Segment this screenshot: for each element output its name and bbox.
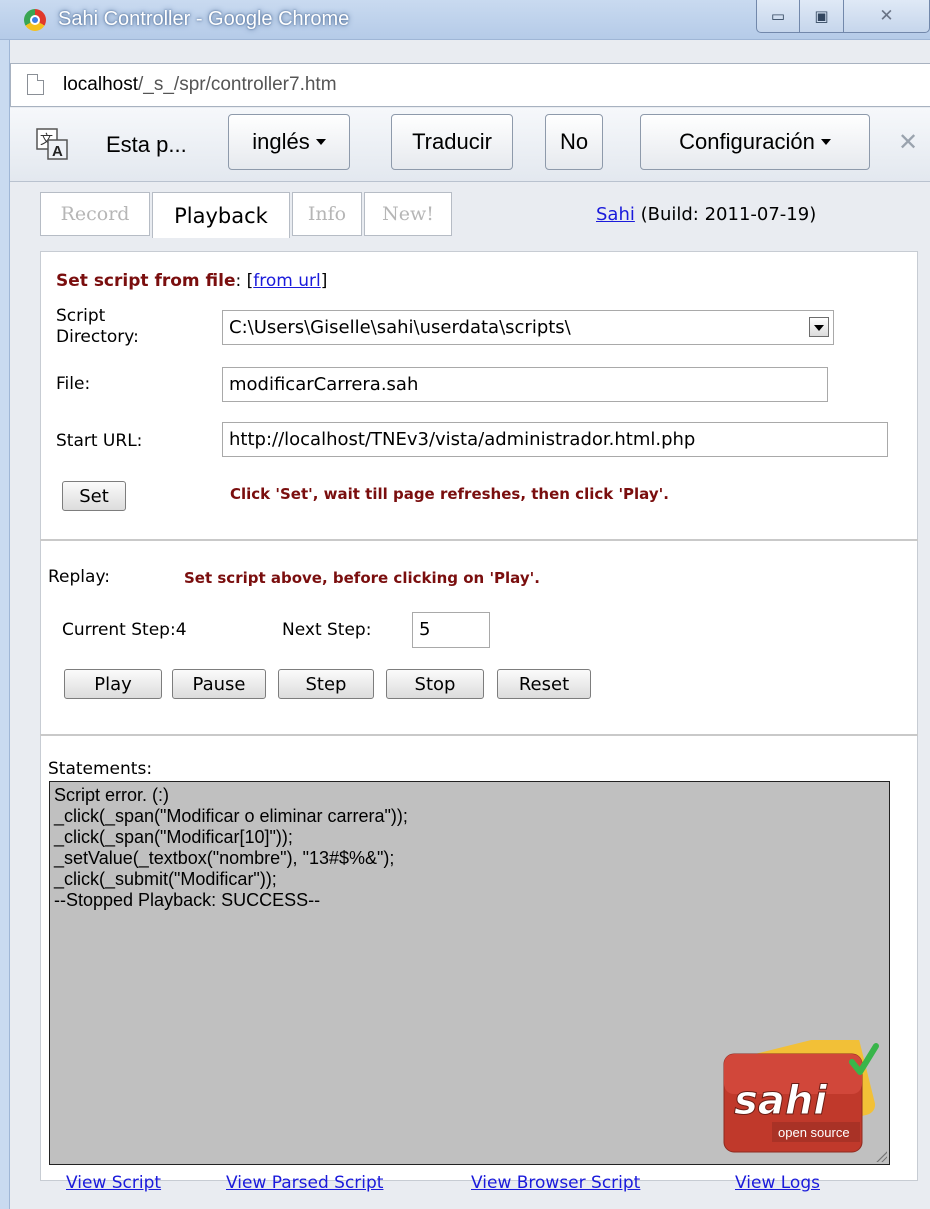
close-window-button[interactable]: ✕ xyxy=(844,0,930,33)
script-directory-select[interactable]: C:\Users\Giselle\sahi\userdata\scripts\ xyxy=(222,310,834,345)
dropdown-arrow-icon xyxy=(809,317,829,337)
view-parsed-script-link[interactable]: View Parsed Script xyxy=(226,1173,383,1193)
script-directory-label: Script Directory: xyxy=(56,306,139,348)
chevron-down-icon xyxy=(820,139,831,145)
translate-message: Esta p... xyxy=(106,132,187,157)
bracket-close: ] xyxy=(320,271,328,291)
window-titlebar: Sahi Controller - Google Chrome ▭ ▣ ✕ xyxy=(0,0,930,40)
current-step-display: Current Step:4 xyxy=(62,620,187,641)
build-text: (Build: 2011-07-19) xyxy=(634,204,817,225)
next-step-label: Next Step: xyxy=(282,620,372,640)
settings-label: Configuración xyxy=(679,129,815,154)
reset-button[interactable]: Reset xyxy=(497,669,591,699)
language-dropdown[interactable]: inglés xyxy=(228,114,350,170)
maximize-button[interactable]: ▣ xyxy=(800,0,844,33)
heading-text: Set script from file xyxy=(56,271,236,291)
logo-tagline: open source xyxy=(778,1125,850,1140)
file-label: File: xyxy=(56,374,91,394)
file-input[interactable]: modificarCarrera.sah xyxy=(222,367,828,402)
controller-tabs: Record Playback Info New! xyxy=(40,192,454,238)
set-button[interactable]: Set xyxy=(62,481,126,511)
replay-label: Replay: xyxy=(48,567,110,587)
window-frame-left xyxy=(0,40,10,1209)
play-button[interactable]: Play xyxy=(64,669,162,699)
current-step-value: 4 xyxy=(175,620,187,640)
section-divider xyxy=(40,734,918,736)
tab-info[interactable]: Info xyxy=(292,192,362,236)
svg-text:A: A xyxy=(52,143,63,160)
section-divider xyxy=(40,539,918,541)
window-title: Sahi Controller - Google Chrome xyxy=(58,8,350,30)
close-icon: ✕ xyxy=(898,128,919,156)
heading-colon: : xyxy=(235,271,247,291)
close-icon: ✕ xyxy=(879,6,894,26)
start-url-input[interactable]: http://localhost/TNEv3/vista/administrad… xyxy=(222,422,888,457)
sahi-link[interactable]: Sahi xyxy=(596,204,635,225)
page-icon xyxy=(27,74,44,95)
view-logs-link[interactable]: View Logs xyxy=(735,1173,820,1193)
start-url-label: Start URL: xyxy=(56,431,143,451)
address-bar[interactable]: localhost/_s_/spr/controller7.htm xyxy=(10,63,930,107)
url-path: /_s_/spr/controller7.htm xyxy=(138,74,337,95)
replay-hint: Set script above, before clicking on 'Pl… xyxy=(184,569,540,587)
minimize-button[interactable]: ▭ xyxy=(756,0,800,33)
dir-label-line2: Directory: xyxy=(56,327,139,347)
url-host: localhost xyxy=(63,74,138,95)
no-translate-button[interactable]: No xyxy=(545,114,603,170)
translate-settings-dropdown[interactable]: Configuración xyxy=(640,114,870,170)
stop-button[interactable]: Stop xyxy=(386,669,484,699)
current-step-label: Current Step: xyxy=(62,620,176,640)
chevron-down-icon xyxy=(315,139,326,145)
step-button[interactable]: Step xyxy=(278,669,374,699)
tab-playback[interactable]: Playback xyxy=(152,192,290,238)
translate-icon: 文 A xyxy=(36,128,68,160)
statements-text: Script error. (:) _click(_span("Modifica… xyxy=(54,785,408,910)
language-label: inglés xyxy=(252,129,310,154)
dir-label-line1: Script xyxy=(56,306,106,326)
chrome-logo-icon xyxy=(24,9,46,31)
infobar-close-button[interactable]: ✕ xyxy=(898,128,918,156)
set-script-heading: Set script from file: [from url] xyxy=(56,271,327,291)
translate-button[interactable]: Traducir xyxy=(391,114,513,170)
url-text[interactable]: localhost/_s_/spr/controller7.htm xyxy=(63,74,337,96)
script-directory-value: C:\Users\Giselle\sahi\userdata\scripts\ xyxy=(229,317,571,338)
view-browser-script-link[interactable]: View Browser Script xyxy=(471,1173,640,1193)
view-script-link[interactable]: View Script xyxy=(66,1173,161,1193)
window-controls: ▭ ▣ ✕ xyxy=(756,0,930,33)
set-hint: Click 'Set', wait till page refreshes, t… xyxy=(230,485,669,503)
next-step-input[interactable]: 5 xyxy=(412,612,490,648)
tab-new[interactable]: New! xyxy=(364,192,452,236)
tab-record[interactable]: Record xyxy=(40,192,150,236)
minimize-icon: ▭ xyxy=(770,7,786,25)
logo-wordmark: sahi xyxy=(734,1078,828,1124)
sahi-logo: sahi open source xyxy=(723,1040,879,1153)
maximize-icon: ▣ xyxy=(814,7,829,25)
statements-label: Statements: xyxy=(48,759,153,779)
translate-infobar: 文 A Esta p... inglés Traducir No Configu… xyxy=(10,108,930,182)
build-info: Sahi (Build: 2011-07-19) xyxy=(596,204,816,225)
pause-button[interactable]: Pause xyxy=(172,669,266,699)
view-links: View Script View Parsed Script View Brow… xyxy=(66,1173,886,1197)
from-url-link[interactable]: from url xyxy=(253,271,320,291)
